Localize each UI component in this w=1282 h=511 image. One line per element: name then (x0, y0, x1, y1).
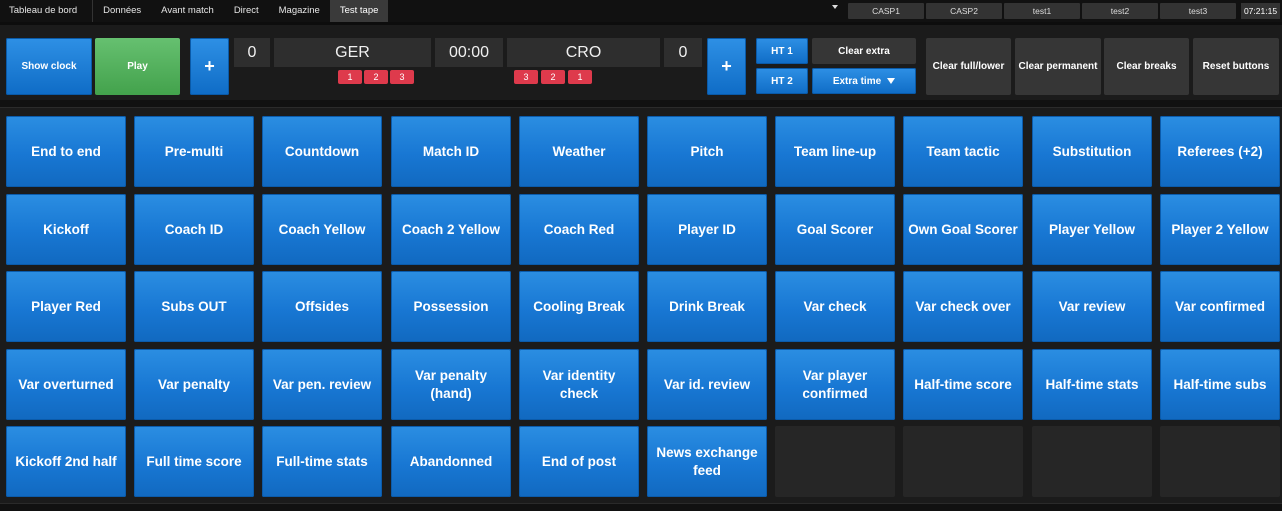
graphic-button-coach-2-yellow[interactable]: Coach 2 Yellow (391, 194, 511, 265)
tab-test-tape[interactable]: Test tape (329, 0, 389, 22)
graphic-button-var-penalty-hand[interactable]: Var penalty (hand) (391, 349, 511, 420)
graphic-button-match-id[interactable]: Match ID (391, 116, 511, 187)
graphic-button-var-review[interactable]: Var review (1032, 271, 1152, 342)
play-button[interactable]: Play (95, 38, 180, 95)
bottom-strip (0, 503, 1282, 511)
graphic-button-var-pen-review[interactable]: Var pen. review (262, 349, 382, 420)
clear-breaks-button[interactable]: Clear breaks (1104, 38, 1189, 95)
graphic-button-var-player-confirmed[interactable]: Var player confirmed (775, 349, 895, 420)
graphic-button-kickoff[interactable]: Kickoff (6, 194, 126, 265)
empty-slot (903, 426, 1023, 497)
channel-chip-test3[interactable]: test3 (1160, 3, 1236, 19)
home-score-plus-button[interactable]: + (190, 38, 229, 95)
away-period-1[interactable]: 1 (568, 70, 592, 84)
graphic-button-player-id[interactable]: Player ID (647, 194, 767, 265)
clear-extra-button[interactable]: Clear extra (812, 38, 916, 64)
graphic-button-half-time-subs[interactable]: Half-time subs (1160, 349, 1280, 420)
nav-tabs: Tableau de bord Données Avant match Dire… (0, 0, 389, 22)
home-score[interactable]: 0 (234, 38, 270, 67)
graphic-button-var-check[interactable]: Var check (775, 271, 895, 342)
match-time[interactable]: 00:00 (435, 38, 503, 67)
home-team-name[interactable]: GER (274, 38, 431, 67)
empty-slot (1160, 426, 1280, 497)
channel-chip-test2[interactable]: test2 (1082, 3, 1158, 19)
graphic-button-subs-out[interactable]: Subs OUT (134, 271, 254, 342)
graphic-button-end-of-post[interactable]: End of post (519, 426, 639, 497)
caret-down-icon (887, 78, 896, 84)
graphic-button-player-red[interactable]: Player Red (6, 271, 126, 342)
graphic-button-possession[interactable]: Possession (391, 271, 511, 342)
graphic-button-team-line-up[interactable]: Team line-up (775, 116, 895, 187)
graphic-button-offsides[interactable]: Offsides (262, 271, 382, 342)
graphic-button-kickoff-2nd-half[interactable]: Kickoff 2nd half (6, 426, 126, 497)
graphic-button-pitch[interactable]: Pitch (647, 116, 767, 187)
away-score-plus-button[interactable]: + (707, 38, 746, 95)
graphic-button-var-identity-check[interactable]: Var identity check (519, 349, 639, 420)
graphic-button-coach-red[interactable]: Coach Red (519, 194, 639, 265)
away-period-3[interactable]: 3 (514, 70, 538, 84)
graphic-button-own-goal-scorer[interactable]: Own Goal Scorer (903, 194, 1023, 265)
extra-time-label: Extra time (832, 75, 882, 87)
clear-permanent-button[interactable]: Clear permanent (1015, 38, 1101, 95)
graphic-button-var-penalty[interactable]: Var penalty (134, 349, 254, 420)
graphic-button-coach-yellow[interactable]: Coach Yellow (262, 194, 382, 265)
graphic-button-full-time-stats[interactable]: Full-time stats (262, 426, 382, 497)
graphic-button-cooling-break[interactable]: Cooling Break (519, 271, 639, 342)
clear-full-lower-button[interactable]: Clear full/lower (926, 38, 1011, 95)
home-period-1[interactable]: 1 (338, 70, 362, 84)
ht2-button[interactable]: HT 2 (756, 68, 808, 94)
ht1-button[interactable]: HT 1 (756, 38, 808, 64)
empty-slot (1032, 426, 1152, 497)
graphic-button-var-confirmed[interactable]: Var confirmed (1160, 271, 1280, 342)
tab-direct[interactable]: Direct (224, 0, 269, 22)
graphic-button-coach-id[interactable]: Coach ID (134, 194, 254, 265)
away-score[interactable]: 0 (664, 38, 702, 67)
extra-time-dropdown[interactable]: Extra time (812, 68, 916, 94)
graphic-button-weather[interactable]: Weather (519, 116, 639, 187)
away-period-2[interactable]: 2 (541, 70, 565, 84)
tab-avant-match[interactable]: Avant match (151, 0, 224, 22)
chevron-down-icon[interactable] (832, 5, 838, 9)
graphic-button-var-check-over[interactable]: Var check over (903, 271, 1023, 342)
channel-chip-casp1[interactable]: CASP1 (848, 3, 924, 19)
graphic-button-half-time-stats[interactable]: Half-time stats (1032, 349, 1152, 420)
away-team-name[interactable]: CRO (507, 38, 660, 67)
graphic-button-countdown[interactable]: Countdown (262, 116, 382, 187)
graphic-button-substitution[interactable]: Substitution (1032, 116, 1152, 187)
empty-slot (775, 426, 895, 497)
graphic-button-pre-multi[interactable]: Pre-multi (134, 116, 254, 187)
graphic-button-end-to-end[interactable]: End to end (6, 116, 126, 187)
graphic-button-player-yellow[interactable]: Player Yellow (1032, 194, 1152, 265)
show-clock-button[interactable]: Show clock (6, 38, 92, 95)
graphic-button-full-time-score[interactable]: Full time score (134, 426, 254, 497)
graphic-button-goal-scorer[interactable]: Goal Scorer (775, 194, 895, 265)
tab-magazine[interactable]: Magazine (269, 0, 330, 22)
graphic-button-news-exchange-feed[interactable]: News exchange feed (647, 426, 767, 497)
home-period-2[interactable]: 2 (364, 70, 388, 84)
graphic-button-var-overturned[interactable]: Var overturned (6, 349, 126, 420)
channel-chip-test1[interactable]: test1 (1004, 3, 1080, 19)
top-nav-bar: Tableau de bord Données Avant match Dire… (0, 0, 1282, 22)
graphic-button-abandonned[interactable]: Abandonned (391, 426, 511, 497)
graphic-button-team-tactic[interactable]: Team tactic (903, 116, 1023, 187)
graphic-button-referees-2[interactable]: Referees (+2) (1160, 116, 1280, 187)
divider (0, 100, 1282, 108)
tab-tableau-de-bord[interactable]: Tableau de bord (0, 0, 94, 22)
graphic-button-drink-break[interactable]: Drink Break (647, 271, 767, 342)
reset-buttons-button[interactable]: Reset buttons (1193, 38, 1279, 95)
divider (0, 22, 1282, 25)
home-period-3[interactable]: 3 (390, 70, 414, 84)
tab-donnees[interactable]: Données (93, 0, 151, 22)
system-clock: 07:21:15 (1241, 3, 1280, 19)
graphic-button-half-time-score[interactable]: Half-time score (903, 349, 1023, 420)
graphics-button-grid: End to end Pre-multi Countdown Match ID Weat… (6, 116, 1281, 499)
graphic-button-player-2-yellow[interactable]: Player 2 Yellow (1160, 194, 1280, 265)
graphic-button-var-id-review[interactable]: Var id. review (647, 349, 767, 420)
channel-chip-casp2[interactable]: CASP2 (926, 3, 1002, 19)
